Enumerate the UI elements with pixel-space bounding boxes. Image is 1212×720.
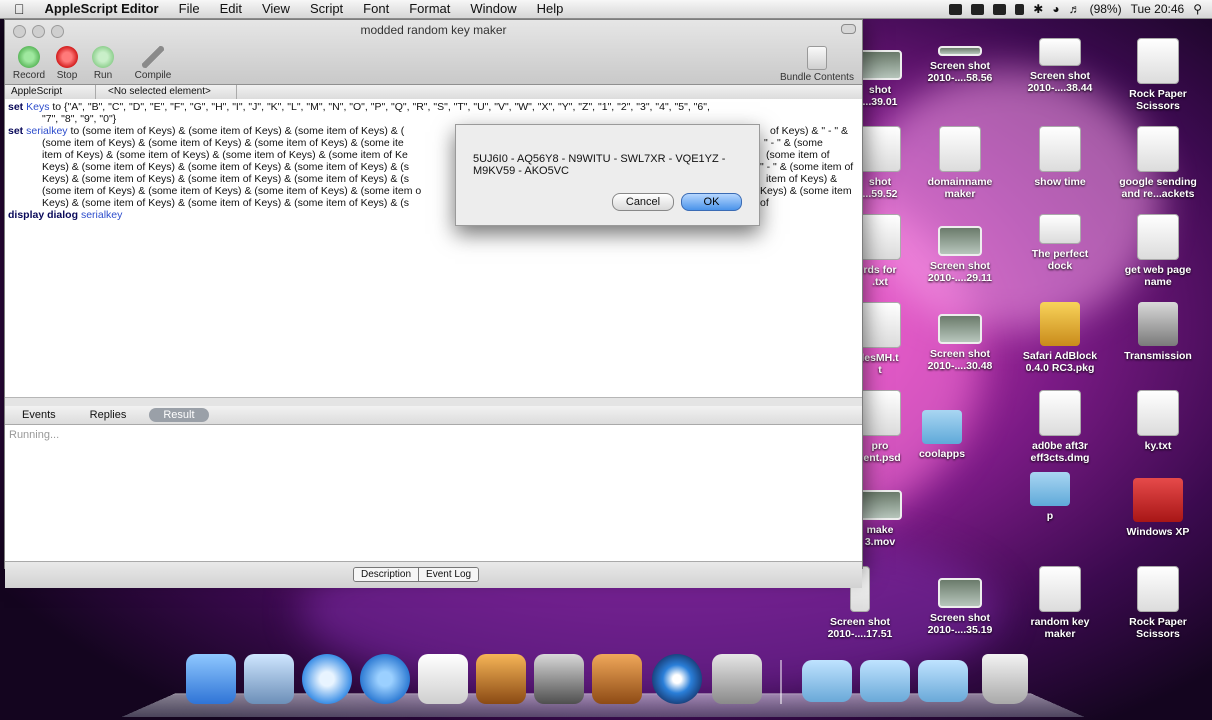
script-editor-window: modded random key maker Record Stop Run … <box>4 19 863 588</box>
dvd-player-icon[interactable] <box>652 654 702 704</box>
app-menu[interactable]: AppleScript Editor <box>35 0 169 18</box>
tab-replies[interactable]: Replies <box>73 409 144 421</box>
window-title: modded random key maker <box>360 23 507 37</box>
desktop-icon[interactable]: Rock Paper Scissors <box>1116 38 1200 112</box>
cancel-button[interactable]: Cancel <box>612 193 674 211</box>
record-button[interactable]: Record <box>9 46 49 81</box>
lightning-icon[interactable] <box>993 3 1007 15</box>
app-menu-icon[interactable] <box>971 3 985 15</box>
bundle-contents-button[interactable]: Bundle Contents <box>777 46 857 83</box>
navigation-bar: AppleScript <No selected element> <box>5 85 862 100</box>
element-popup[interactable]: <No selected element> <box>96 85 237 99</box>
menu-format[interactable]: Format <box>399 0 460 18</box>
wallpaper-glow <box>860 70 1160 330</box>
desktop-icon[interactable]: google sending and re...ackets <box>1116 126 1200 200</box>
screen-sharing-icon[interactable] <box>949 3 963 15</box>
garageband-icon[interactable] <box>592 654 642 704</box>
code-line: set Keys to {"A", "B", "C", "D", "E", "F… <box>8 101 710 113</box>
desktop-icon[interactable]: Screen shot 2010-....35.19 <box>918 566 1002 636</box>
desktop-icon[interactable]: p <box>1008 466 1092 522</box>
menu-window[interactable]: Window <box>460 0 526 18</box>
menu-edit[interactable]: Edit <box>210 0 252 18</box>
desktop-icon[interactable]: random key maker <box>1018 566 1102 640</box>
stop-button[interactable]: Stop <box>47 46 87 81</box>
desktop-icon[interactable]: The perfect dock <box>1018 214 1102 272</box>
documents-folder-icon[interactable] <box>860 660 910 702</box>
bluetooth-icon[interactable]: ✱ <box>1033 2 1043 16</box>
desktop-icon[interactable]: domainname maker <box>918 126 1002 200</box>
volume-icon[interactable]: ♬ <box>1069 2 1081 16</box>
toolbar-toggle-button[interactable] <box>841 24 856 34</box>
dialog-message: 5UJ6I0 - AQ56Y8 - N9WITU - SWL7XR - VQE1… <box>473 153 726 177</box>
language-popup[interactable]: AppleScript <box>5 85 96 99</box>
desktop-icon[interactable]: Screen shot 2010-....58.56 <box>918 38 1002 84</box>
menu-view[interactable]: View <box>252 0 300 18</box>
description-button[interactable]: Description <box>354 568 419 581</box>
menu-script[interactable]: Script <box>300 0 353 18</box>
desktop-icon[interactable]: ad0be aft3r eff3cts.dmg <box>1018 390 1102 464</box>
iphoto-icon[interactable] <box>476 654 526 704</box>
desktop-icon[interactable]: Rock Paper Scissors <box>1116 566 1200 640</box>
menu-file[interactable]: File <box>169 0 210 18</box>
wifi-icon[interactable]: ◕ <box>1052 2 1059 16</box>
tab-result[interactable]: Result <box>149 408 209 422</box>
log-segmented-control: Description Event Log <box>353 567 480 582</box>
finder-icon[interactable] <box>186 654 236 704</box>
tab-events[interactable]: Events <box>5 409 73 421</box>
desktop-icon[interactable]: coolapps <box>900 404 984 460</box>
safari-icon[interactable] <box>302 654 352 704</box>
clock[interactable]: Tue 20:46 <box>1131 2 1185 16</box>
window-titlebar: modded random key maker Record Stop Run … <box>5 20 862 85</box>
desktop-icon[interactable]: ky.txt <box>1116 390 1200 452</box>
desktop-icon[interactable]: Screen shot 2010-....30.48 <box>918 302 1002 372</box>
menu-bar:  AppleScript Editor File Edit View Scri… <box>0 0 1212 19</box>
result-pane[interactable]: Running... <box>5 425 862 561</box>
result-tabs: Events Replies Result <box>5 406 862 425</box>
battery-indicator[interactable]: (98%) <box>1090 2 1122 16</box>
downloads-folder-icon[interactable] <box>918 660 968 702</box>
script-editor-icon[interactable] <box>418 654 468 704</box>
compile-button[interactable]: Compile <box>131 46 175 81</box>
applications-folder-icon[interactable] <box>802 660 852 702</box>
event-log-button[interactable]: Event Log <box>418 568 479 581</box>
lock-icon[interactable] <box>1015 3 1025 15</box>
menu-font[interactable]: Font <box>353 0 399 18</box>
bottom-bar: Description Event Log <box>5 561 862 588</box>
ok-button[interactable]: OK <box>681 193 742 211</box>
menu-help[interactable]: Help <box>527 0 574 18</box>
dock-divider <box>780 660 782 704</box>
run-icon <box>92 46 114 68</box>
desktop-icon[interactable]: Safari AdBlock 0.4.0 RC3.pkg <box>1018 302 1102 374</box>
desktop-icon[interactable]: Screen shot 2010-....29.11 <box>918 214 1002 284</box>
ichat-icon[interactable] <box>360 654 410 704</box>
desktop-icon[interactable]: Transmission <box>1116 302 1200 362</box>
record-icon <box>18 46 40 68</box>
apple-menu-icon[interactable]:  <box>0 0 35 18</box>
menu-extras: ✱ ◕ ♬ (98%) Tue 20:46 ⚲ <box>949 2 1212 16</box>
run-button[interactable]: Run <box>83 46 123 81</box>
spotlight-icon[interactable]: ⚲ <box>1193 2 1202 16</box>
desktop-icon[interactable]: show time <box>1018 126 1102 188</box>
trash-icon[interactable] <box>982 654 1028 704</box>
desktop-icon[interactable]: Screen shot 2010-....38.44 <box>1018 38 1102 94</box>
photo-booth-icon[interactable] <box>712 654 762 704</box>
imovie-icon[interactable] <box>534 654 584 704</box>
hammer-icon <box>142 46 164 68</box>
stop-icon <box>56 46 78 68</box>
bundle-icon <box>807 46 827 70</box>
desktop-icon[interactable]: get web page name <box>1116 214 1200 288</box>
result-text: Running... <box>9 429 60 441</box>
desktop-icon[interactable]: Windows XP <box>1116 478 1200 538</box>
mail-icon[interactable] <box>244 654 294 704</box>
